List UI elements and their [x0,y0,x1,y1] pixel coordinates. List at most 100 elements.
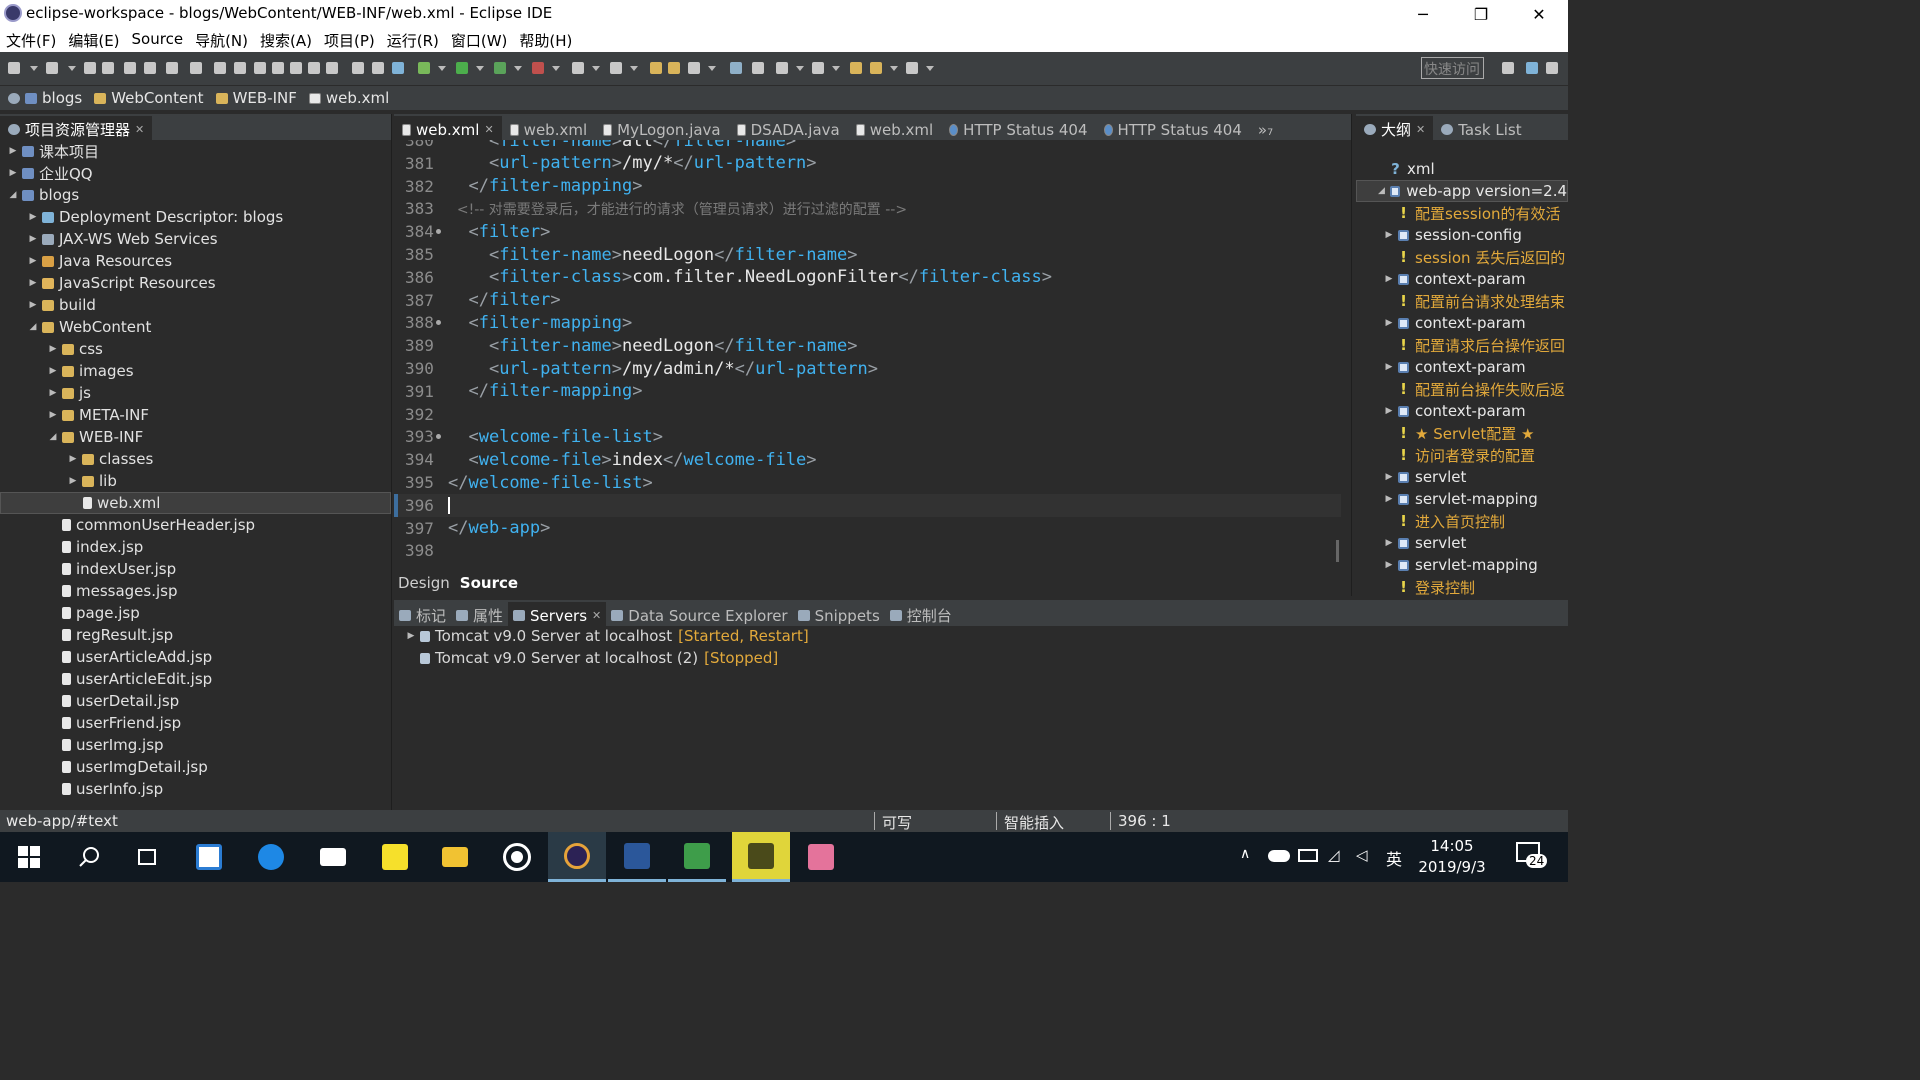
expand-arrow-icon[interactable]: ▶ [68,476,78,486]
expand-arrow-icon[interactable]: ▶ [8,168,18,178]
menu-help[interactable]: 帮助(H) [513,28,578,52]
save-all-icon[interactable] [102,62,114,74]
breadcrumb-web-xml[interactable]: web.xml [308,89,389,107]
open-icon[interactable] [46,62,58,74]
outline-item[interactable]: ▶ session-config [1356,224,1568,246]
expand-arrow-icon[interactable]: ▶ [28,212,38,222]
tree-item[interactable]: userArticleEdit.jsp [0,668,391,690]
tree-item[interactable]: ▶ images [0,360,391,382]
expand-arrow-icon[interactable]: ▶ [1384,494,1394,504]
forward-icon[interactable] [906,62,918,74]
outline-item[interactable]: ! 进入首页控制 [1356,510,1568,532]
outline-item[interactable]: ! session 丢失后返回的 [1356,246,1568,268]
sticky-notes-taskbar-button[interactable] [366,832,424,882]
new-server-icon[interactable] [572,62,584,74]
step-into-icon[interactable] [290,62,302,74]
back-dropdown-icon[interactable] [890,66,898,71]
code-line[interactable]: 392 [394,403,1341,426]
outline-item[interactable]: ▶ servlet [1356,532,1568,554]
code-line[interactable]: 383 <!-- 对需要登录后，才能进行的请求（管理员请求）进行过滤的配置 --… [394,197,1341,220]
code-line[interactable]: 386 <filter-class>com.filter.NeedLogonFi… [394,266,1341,289]
server-row[interactable]: ▶ Tomcat v9.0 Server at localhost [Started… [406,625,809,647]
tree-item[interactable]: userDetail.jsp [0,690,391,712]
tree-item[interactable]: userInfo.jsp [0,778,391,800]
breadcrumb-blogs[interactable]: blogs [25,89,82,107]
editor-tab[interactable]: web.xml [848,116,941,140]
code-line[interactable]: 393 <welcome-file-list> [394,425,1341,448]
annotation-icon[interactable] [752,62,764,74]
coverage-icon[interactable] [494,62,506,74]
tree-item[interactable]: ◢ WEB-INF [0,426,391,448]
code-area[interactable]: 380 <filter-name>all</filter-name> 381 <u… [394,140,1341,568]
expand-arrow-icon[interactable]: ▶ [406,631,416,641]
tree-item[interactable]: ▶ classes [0,448,391,470]
close-tab-icon[interactable]: ✕ [484,123,493,136]
toggle-view-icon[interactable] [392,62,404,74]
debug-dropdown-icon[interactable] [438,66,446,71]
expand-arrow-icon[interactable]: ▶ [1384,538,1394,548]
tab-design[interactable]: Design [398,574,450,592]
expand-arrow-icon[interactable]: ◢ [48,432,58,442]
resume-icon[interactable] [214,62,226,74]
outline-item[interactable]: ! 配置前台操作失败后返 [1356,378,1568,400]
expand-arrow-icon[interactable]: ▶ [28,256,38,266]
code-line[interactable]: 398 [394,539,1341,562]
expand-arrow-icon[interactable]: ▶ [1384,230,1394,240]
menu-window[interactable]: 窗口(W) [445,28,514,52]
code-line[interactable]: 381 <url-pattern>/my/*</url-pattern> [394,152,1341,175]
run-dropdown-icon[interactable] [476,66,484,71]
tree-item[interactable]: page.jsp [0,602,391,624]
step-return-icon[interactable] [326,62,338,74]
outline-item[interactable]: ! 登录控制 [1356,576,1568,596]
expand-arrow-icon[interactable]: ◢ [28,322,38,332]
next-annotation-icon[interactable] [776,62,788,74]
tree-item[interactable]: userImg.jsp [0,734,391,756]
search-taskbar-button[interactable] [60,832,118,882]
expand-arrow-icon[interactable]: ▶ [48,366,58,376]
task-view-button[interactable] [118,832,176,882]
tree-item[interactable]: ▶ Java Resources [0,250,391,272]
new-dropdown-icon[interactable] [30,66,38,71]
editor-tab[interactable]: DSADA.java [729,116,848,140]
tree-item[interactable]: userArticleAdd.jsp [0,646,391,668]
expand-arrow-icon[interactable]: ▶ [28,234,38,244]
search-dropdown-icon[interactable] [708,66,716,71]
tree-item[interactable]: ▶ JavaScript Resources [0,272,391,294]
editor-tab[interactable]: HTTP Status 404 [941,116,1095,140]
next-annotation-dropdown-icon[interactable] [796,66,804,71]
settings-taskbar-button[interactable] [488,832,546,882]
terminal-icon[interactable] [166,62,178,74]
menu-search[interactable]: 搜索(A) [254,28,318,52]
editor-scrollbar[interactable] [1336,540,1339,562]
clock[interactable]: 14:05 2019/9/3 [1418,836,1486,878]
new-java-class-dropdown-icon[interactable] [630,66,638,71]
pi-taskbar-button[interactable] [732,832,790,882]
tree-item[interactable]: userFriend.jsp [0,712,391,734]
tab-properties[interactable]: 属性 [451,602,508,626]
drop-to-frame-icon[interactable] [352,62,364,74]
tree-item[interactable]: ◢ blogs [0,184,391,206]
outline-item[interactable]: ▶ context-param [1356,268,1568,290]
expand-arrow-icon[interactable]: ▶ [28,300,38,310]
tab-outline[interactable]: 大纲 ✕ [1356,116,1434,140]
code-line[interactable]: 380 <filter-name>all</filter-name> [394,140,1341,152]
web-browser-icon[interactable] [730,62,742,74]
use-step-filters-icon[interactable] [372,62,384,74]
tree-item[interactable]: ▶ lib [0,470,391,492]
outline-item[interactable]: ! 访问者登录的配置 [1356,444,1568,466]
expand-arrow-icon[interactable]: ◢ [8,190,18,200]
expand-arrow-icon[interactable]: ▶ [1384,406,1394,416]
tree-item[interactable]: web.xml [0,492,391,514]
tab-console[interactable]: 控制台 [885,602,957,626]
skip-breakpoints-icon[interactable] [190,62,202,74]
menu-navigate[interactable]: 导航(N) [189,28,254,52]
outline-item[interactable]: ! 配置session的有效活 [1356,202,1568,224]
wifi-icon[interactable]: ◿ [1328,846,1340,864]
prev-annotation-icon[interactable] [812,62,824,74]
python-taskbar-button[interactable] [668,832,726,882]
outline-item[interactable]: ◢ web-app version=2.4 [1356,180,1568,202]
menu-project[interactable]: 项目(P) [318,28,381,52]
notification-center-button[interactable]: 24 [1516,842,1548,872]
disconnect-icon[interactable] [272,62,284,74]
outline-item[interactable]: ▶ context-param [1356,400,1568,422]
